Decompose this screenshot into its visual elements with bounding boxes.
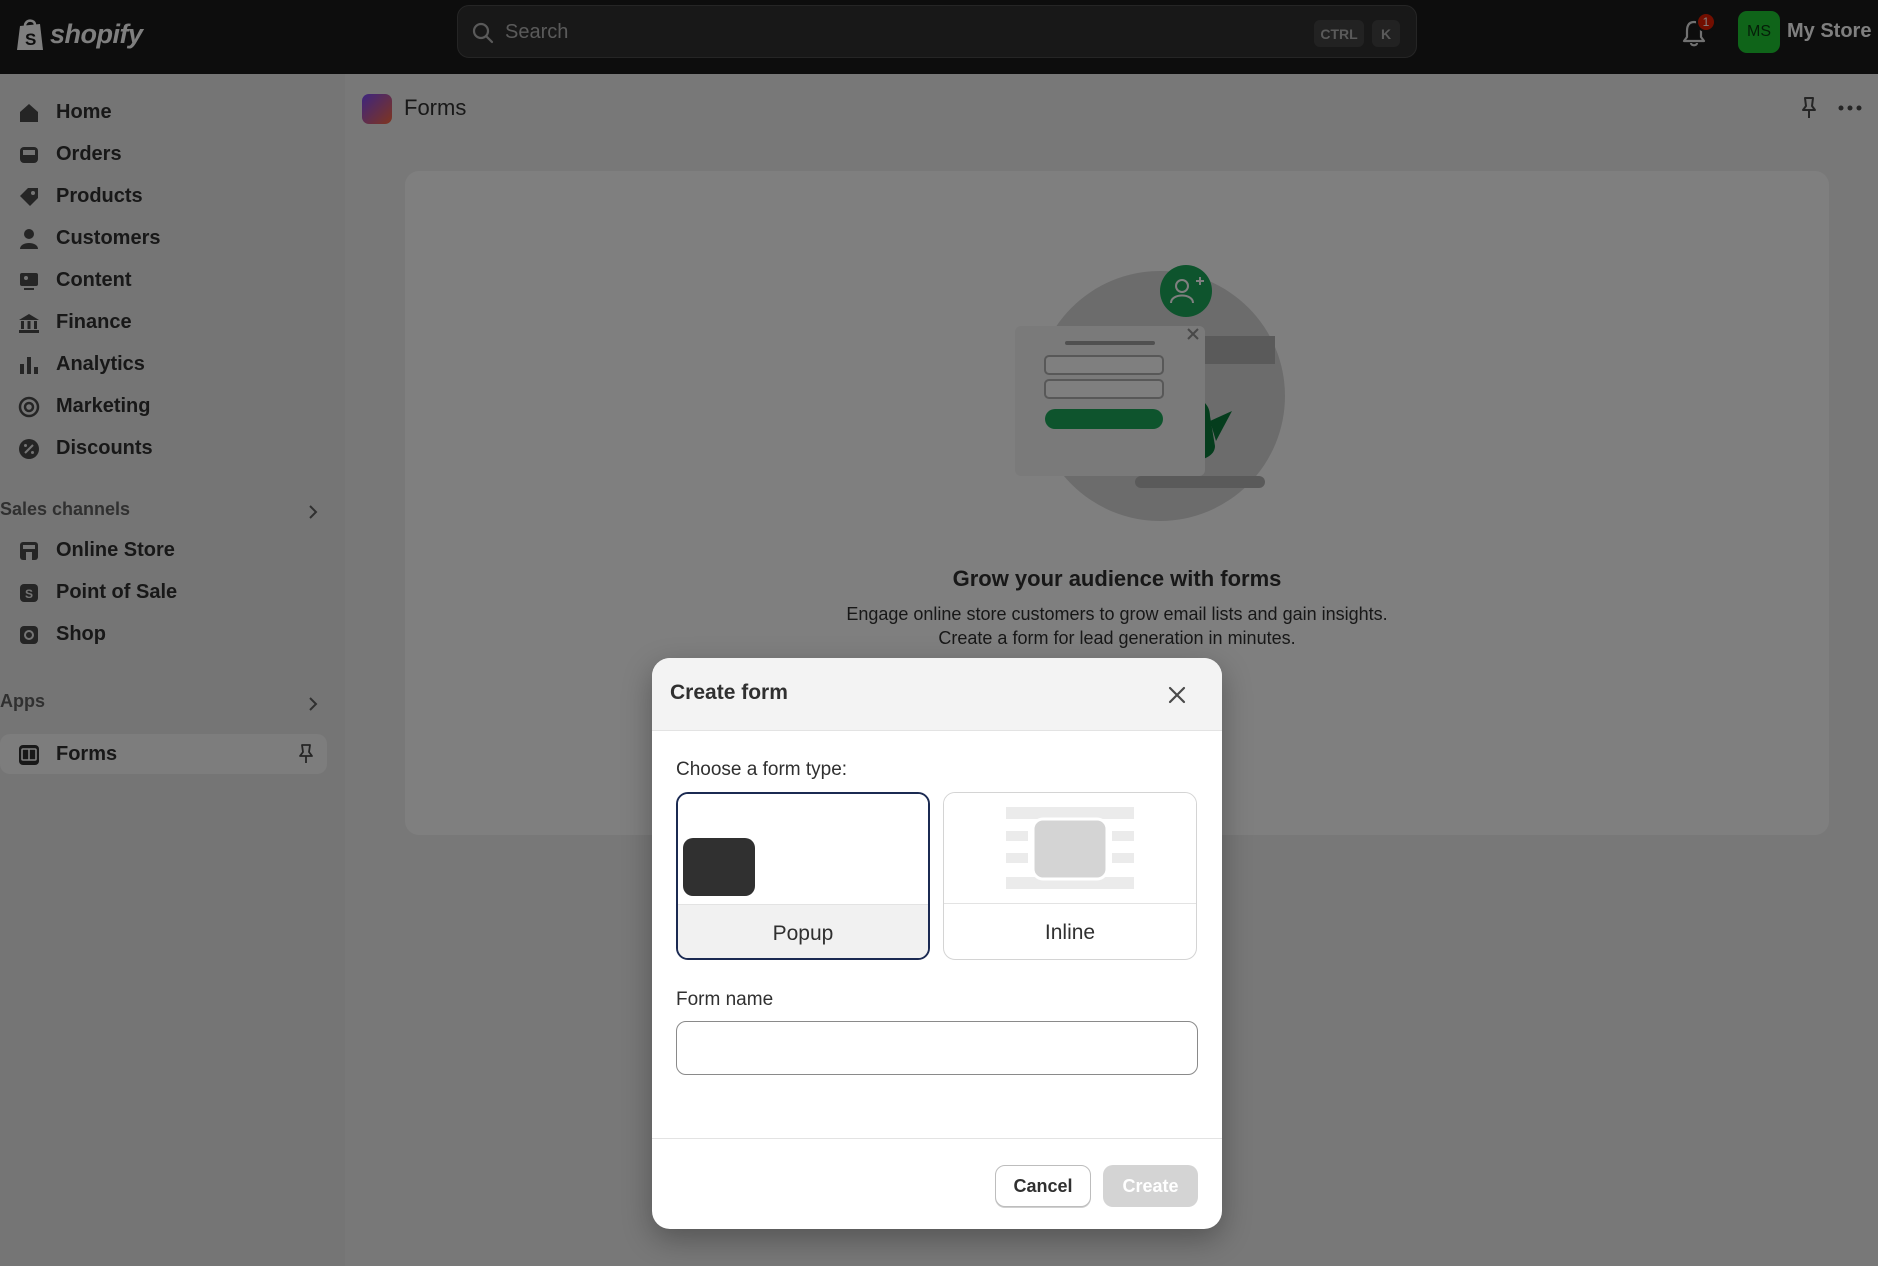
form-type-label-inline: Inline	[944, 903, 1196, 959]
cancel-button[interactable]: Cancel	[995, 1165, 1091, 1207]
dialog-title: Create form	[670, 681, 788, 704]
inline-preview	[944, 793, 1196, 903]
dialog-footer: Cancel Create	[652, 1138, 1222, 1229]
close-icon[interactable]	[1164, 682, 1190, 708]
popup-preview	[678, 794, 928, 904]
form-name-input[interactable]	[676, 1021, 1198, 1075]
create-button[interactable]: Create	[1103, 1165, 1198, 1207]
popup-preview-icon	[683, 838, 755, 896]
inline-preview-icon	[1006, 807, 1134, 889]
dialog-header: Create form	[652, 658, 1222, 731]
form-type-inline-option[interactable]: Inline	[943, 792, 1197, 960]
create-form-dialog: Create form Choose a form type: Popup In…	[652, 658, 1222, 1229]
form-name-label: Form name	[676, 989, 774, 1010]
form-type-label-popup: Popup	[678, 904, 928, 958]
form-type-popup-option[interactable]: Popup	[676, 792, 930, 960]
form-type-label: Choose a form type:	[676, 759, 848, 780]
